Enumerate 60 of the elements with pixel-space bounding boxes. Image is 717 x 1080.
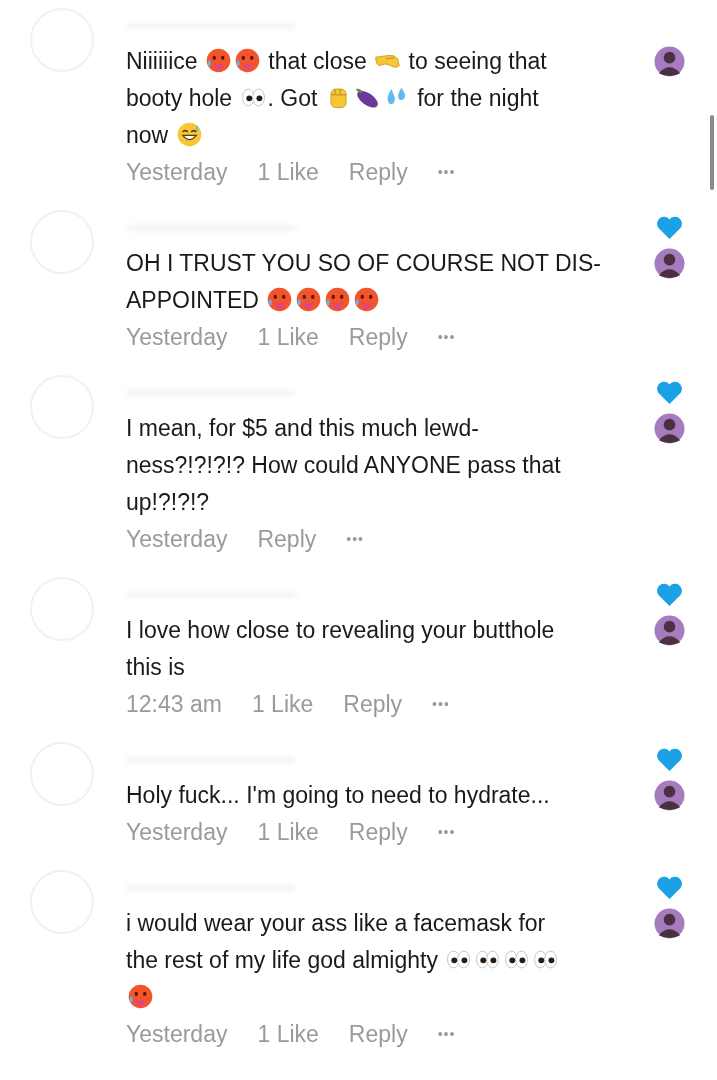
reply-link[interactable]: Reply — [348, 154, 408, 190]
avatar-icon[interactable] — [653, 46, 685, 77]
avatar-icon[interactable] — [653, 780, 685, 811]
comment-text: i would wear your ass like a facemask for — [126, 910, 546, 936]
more-button[interactable]: ••• — [437, 154, 456, 190]
heart-icon[interactable] — [655, 747, 683, 772]
comment-text: for the night — [416, 85, 539, 111]
more-button[interactable]: ••• — [437, 1016, 456, 1052]
heart-icon[interactable] — [655, 215, 683, 240]
like-count[interactable]: 1 Like — [257, 319, 319, 355]
grinning-sweat-face-icon — [175, 121, 203, 148]
reply-link[interactable]: Reply — [257, 521, 317, 557]
avatar-icon[interactable] — [653, 413, 685, 444]
comment-text: now — [126, 122, 170, 148]
hot-face-icon — [204, 47, 232, 74]
heart-icon[interactable] — [655, 875, 683, 900]
timestamp: Yesterday — [126, 1020, 228, 1049]
hot-face-icon — [233, 47, 261, 74]
hot-face-icon — [266, 286, 294, 313]
timestamp: Yesterday — [126, 525, 228, 554]
timestamp: 12:43 am — [126, 690, 222, 719]
hot-face-icon — [295, 286, 323, 313]
comment-text: the rest of my life god almighty — [126, 947, 439, 973]
comment-text: up!?!?!? — [126, 489, 210, 515]
reply-link[interactable]: Reply — [343, 686, 403, 722]
avatar-icon[interactable] — [653, 615, 685, 646]
reply-link[interactable]: Reply — [348, 814, 408, 850]
timestamp: Yesterday — [126, 323, 228, 352]
comment-text: . Got — [267, 85, 319, 111]
reply-link[interactable]: Reply — [348, 319, 408, 355]
comment-text: I mean, for $5 and this much lewd- — [126, 415, 479, 441]
avatar-icon[interactable] — [653, 908, 685, 939]
comment-text: APPOINTED — [126, 287, 260, 313]
comment-text: I love how close to revealing your butthole — [126, 617, 555, 643]
hot-face-icon — [127, 983, 154, 1010]
comment-text: to seeing that — [407, 48, 547, 74]
more-button[interactable]: ••• — [432, 686, 450, 722]
comment-text: booty hole — [126, 85, 234, 111]
like-count[interactable]: 1 Like — [251, 686, 314, 722]
reply-link[interactable]: Reply — [348, 1016, 408, 1052]
hot-face-icon — [353, 286, 381, 313]
more-button[interactable]: ••• — [346, 521, 364, 557]
hot-face-icon — [324, 286, 352, 313]
comment-text: Niiiiiice — [126, 48, 199, 74]
comment-text: OH I TRUST YOU SO OF COURSE NOT DIS- — [126, 250, 601, 276]
comment-text: this is — [126, 654, 185, 680]
like-count[interactable]: 1 Like — [257, 1016, 319, 1052]
like-count[interactable]: 1 Like — [257, 814, 319, 850]
comment-text: ness?!?!?!? How could ANYONE pass that — [126, 452, 561, 478]
timestamp: Yesterday — [126, 158, 228, 187]
timestamp: Yesterday — [126, 818, 228, 847]
comment-text: that close — [267, 48, 368, 74]
avatar-icon[interactable] — [653, 248, 685, 279]
heart-icon[interactable] — [655, 582, 683, 607]
more-button[interactable]: ••• — [437, 319, 456, 355]
like-count[interactable]: 1 Like — [257, 154, 319, 190]
comment-text: Holy fuck... I'm going to need to hydrate... — [126, 782, 550, 808]
more-button[interactable]: ••• — [437, 814, 456, 850]
heart-icon[interactable] — [655, 380, 683, 405]
scrollbar[interactable] — [710, 115, 714, 190]
